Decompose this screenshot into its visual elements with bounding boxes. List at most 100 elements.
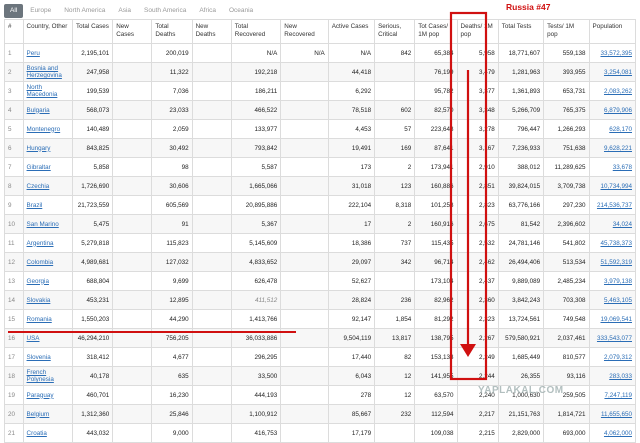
cell-cases-per-1m: 109,038 — [414, 423, 458, 443]
cell-serious-critical: 602 — [374, 100, 416, 120]
cell-country: Belgium — [22, 404, 74, 424]
table-row: 8 Czechia 1,726,690 30,606 1,665,066 31,018 12… — [4, 176, 636, 196]
cell-country: Montenegro — [22, 119, 74, 139]
cell-deaths-per-1m: 3,348 — [456, 100, 499, 120]
tab-south-america[interactable]: South America — [138, 4, 192, 18]
table-row: 14 Slovakia 453,231 12,895 411,512 28,824 236 8… — [4, 290, 636, 310]
cell-rank: 6 — [4, 138, 24, 158]
tab-asia[interactable]: Asia — [112, 4, 137, 18]
country-link[interactable]: Gibraltar — [27, 164, 51, 171]
population-link[interactable]: 34,024 — [613, 221, 632, 228]
population-link[interactable]: 333,543,077 — [597, 335, 632, 342]
cell-population: 3,254,081 — [588, 62, 636, 82]
table-row: 11 Argentina 5,279,818 115,823 5,145,609 18,3… — [4, 233, 636, 253]
header-population[interactable]: Population — [588, 19, 636, 44]
tab-oceania[interactable]: Oceania — [223, 4, 259, 18]
tab-africa[interactable]: Africa — [193, 4, 222, 18]
header-total-recovered[interactable]: Total Recovered — [230, 19, 282, 44]
population-link[interactable]: 6,879,906 — [604, 107, 632, 114]
population-link[interactable]: 628,170 — [609, 126, 632, 133]
cell-new-deaths — [191, 347, 232, 367]
cell-new-deaths — [191, 138, 232, 158]
country-link[interactable]: Georgia — [27, 278, 49, 285]
header-total-deaths[interactable]: Total Deaths — [151, 19, 193, 44]
population-link[interactable]: 9,628,221 — [604, 145, 632, 152]
country-link[interactable]: French Polynesia — [27, 369, 69, 383]
population-link[interactable]: 11,655,650 — [601, 411, 632, 418]
country-link[interactable]: Peru — [27, 50, 40, 57]
tab-all[interactable]: All — [4, 4, 24, 18]
country-link[interactable]: Montenegro — [27, 126, 61, 133]
population-link[interactable]: 283,033 — [609, 373, 632, 380]
header-total-tests[interactable]: Total Tests — [497, 19, 545, 44]
country-link[interactable]: Slovakia — [27, 297, 51, 304]
cell-new-deaths — [191, 43, 232, 63]
country-link[interactable]: North Macedonia — [27, 84, 69, 98]
population-link[interactable]: 7,247,119 — [604, 392, 632, 399]
header-deaths-per-1m[interactable]: Deaths/ 1M pop — [456, 19, 499, 44]
country-link[interactable]: Hungary — [27, 145, 51, 152]
population-link[interactable]: 33,572,395 — [600, 50, 632, 57]
header-new-deaths[interactable]: New Deaths — [191, 19, 232, 44]
cell-rank: 1 — [4, 43, 24, 63]
cell-new-cases — [112, 252, 153, 272]
cell-total-tests: 796,447 — [497, 119, 545, 139]
population-link[interactable]: 2,083,262 — [604, 88, 632, 95]
header-serious-critical[interactable]: Serious, Critical — [374, 19, 416, 44]
country-link[interactable]: Paraguay — [27, 392, 54, 399]
tab-europe[interactable]: Europe — [24, 4, 57, 18]
cell-total-tests: 1,685,449 — [497, 347, 545, 367]
cell-tests-per-1m: 703,308 — [543, 290, 590, 310]
population-link[interactable]: 5,463,105 — [604, 297, 632, 304]
header-cases-per-1m[interactable]: Tot Cases/ 1M pop — [414, 19, 458, 44]
cell-total-tests: 26,355 — [497, 366, 545, 386]
header-tests-per-1m[interactable]: Tests/ 1M pop — [543, 19, 590, 44]
country-link[interactable]: Argentina — [27, 240, 54, 247]
cell-total-recovered: 411,512 — [230, 290, 282, 310]
header-country[interactable]: Country, Other — [22, 19, 74, 44]
cell-total-tests: 579,580,921 — [497, 328, 545, 348]
cell-tests-per-1m: 559,138 — [543, 43, 590, 63]
cell-tests-per-1m: 1,814,721 — [543, 404, 590, 424]
cell-country: Georgia — [22, 271, 74, 291]
population-link[interactable]: 19,069,541 — [600, 316, 632, 323]
country-link[interactable]: Slovenia — [27, 354, 51, 361]
country-link[interactable]: USA — [27, 335, 40, 342]
population-link[interactable]: 2,079,312 — [604, 354, 632, 361]
header-active-cases[interactable]: Active Cases — [327, 19, 376, 44]
cell-cases-per-1m: 141,955 — [414, 366, 458, 386]
population-link[interactable]: 10,734,994 — [600, 183, 632, 190]
population-link[interactable]: 45,738,373 — [600, 240, 632, 247]
cell-serious-critical — [374, 62, 416, 82]
population-link[interactable]: 51,592,319 — [600, 259, 632, 266]
country-link[interactable]: Bulgaria — [27, 107, 50, 114]
population-link[interactable]: 33,678 — [613, 164, 632, 171]
cell-rank: 3 — [4, 81, 24, 101]
tab-north-america[interactable]: North America — [58, 4, 111, 18]
country-link[interactable]: Romania — [27, 316, 52, 323]
header-total-cases[interactable]: Total Cases — [72, 19, 114, 44]
cell-active-cases: 17 — [327, 214, 376, 234]
country-link[interactable]: Belgium — [27, 411, 50, 418]
population-link[interactable]: 4,062,000 — [604, 430, 632, 437]
table-row: 1 Peru 2,195,101 200,019 N/A N/A N/A 842 65,384 5… — [4, 43, 636, 63]
table-row: 17 Slovenia 318,412 4,677 296,295 17,440 82 153… — [4, 347, 636, 367]
country-link[interactable]: Croatia — [27, 430, 47, 437]
population-link[interactable]: 3,254,081 — [604, 69, 632, 76]
header-new-cases[interactable]: New Cases — [112, 19, 153, 44]
country-link[interactable]: Colombia — [27, 259, 54, 266]
population-link[interactable]: 3,979,138 — [604, 278, 632, 285]
country-link[interactable]: Bosnia and Herzegovina — [27, 65, 69, 79]
country-link[interactable]: San Marino — [27, 221, 59, 228]
country-link[interactable]: Czechia — [27, 183, 50, 190]
population-link[interactable]: 214,536,737 — [597, 202, 632, 209]
cell-rank: 20 — [4, 404, 24, 424]
cell-total-recovered: 444,193 — [230, 385, 282, 405]
header-new-recovered[interactable]: New Recovered — [280, 19, 329, 44]
cell-total-deaths: 9,000 — [151, 423, 193, 443]
country-link[interactable]: Brazil — [27, 202, 43, 209]
cell-rank: 17 — [4, 347, 24, 367]
header-rank[interactable]: # — [4, 19, 24, 44]
cell-rank: 8 — [4, 176, 24, 196]
cell-population: 214,536,737 — [588, 195, 636, 215]
